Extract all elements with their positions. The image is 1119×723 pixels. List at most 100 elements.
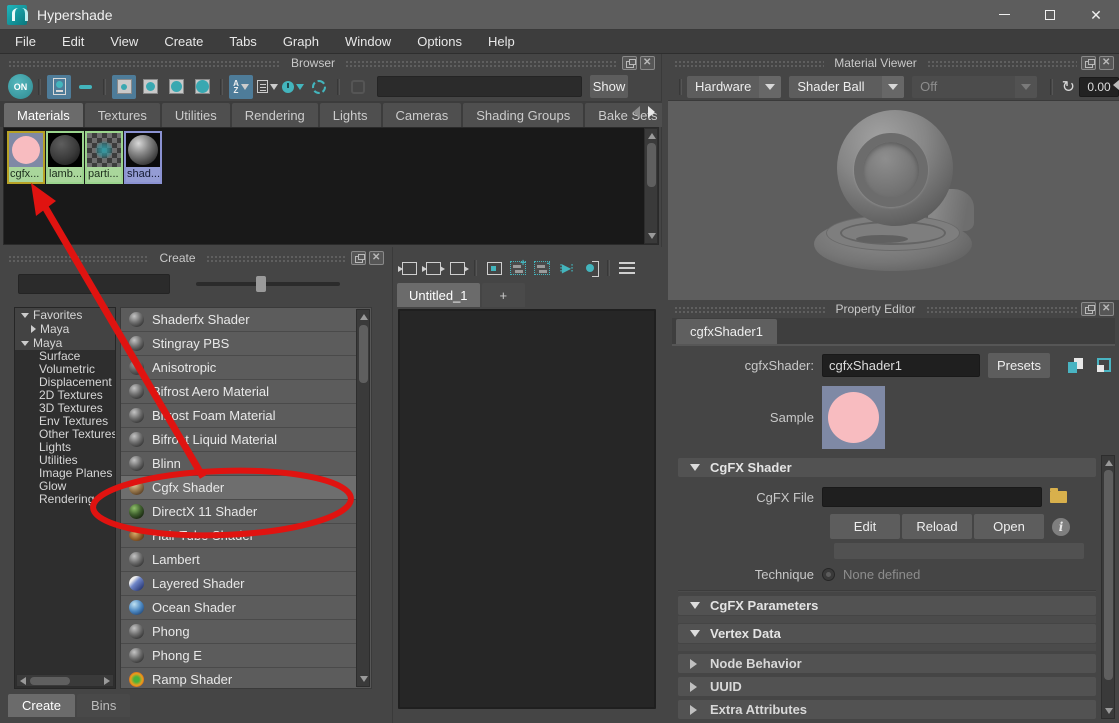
geometry-select[interactable]: Shader Ball xyxy=(789,76,904,98)
shader-list-item[interactable]: Bifrost Liquid Material xyxy=(121,428,357,452)
shader-list-item[interactable]: Stingray PBS xyxy=(121,332,357,356)
shader-list-item[interactable]: Hair Tube Shader xyxy=(121,524,357,548)
maximize-button[interactable] xyxy=(1027,0,1073,29)
browser-tab[interactable]: Lights xyxy=(320,103,381,127)
slider-handle[interactable] xyxy=(256,276,266,292)
sort-by-time-button[interactable] xyxy=(281,75,305,99)
workarea-tab[interactable]: Untitled_1 xyxy=(397,283,480,307)
material-swatch[interactable]: lamb... xyxy=(46,131,84,184)
add-selected-to-graph-button[interactable]: + xyxy=(507,258,529,278)
tree-expand-icon[interactable] xyxy=(21,341,29,346)
panel-grip[interactable] xyxy=(206,255,347,262)
panel-grip[interactable] xyxy=(345,60,618,67)
shader-list-item[interactable]: Phong E xyxy=(121,644,357,668)
section-node-behavior[interactable]: Node Behavior xyxy=(678,654,1096,673)
shader-list-item[interactable]: Lambert xyxy=(121,548,357,572)
tree-horizontal-scrollbar[interactable] xyxy=(16,674,114,687)
show-button[interactable]: Show xyxy=(590,75,628,98)
sort-by-name-button[interactable]: AZ xyxy=(229,75,253,99)
float-panel-icon[interactable] xyxy=(1081,56,1096,70)
create-search-input[interactable] xyxy=(18,274,170,294)
shader-list-item[interactable]: Shaderfx Shader xyxy=(121,308,357,332)
browser-tab[interactable]: Utilities xyxy=(162,103,230,127)
menu-item[interactable]: Options xyxy=(404,30,475,53)
add-workarea-tab-button[interactable]: + xyxy=(482,283,526,307)
tabs-scroll-right-icon[interactable] xyxy=(648,106,655,118)
shader-list-item[interactable]: Bifrost Aero Material xyxy=(121,380,357,404)
browser-tab[interactable]: Textures xyxy=(85,103,160,127)
tree-category-item[interactable]: Rendering xyxy=(15,493,115,506)
refresh-render-icon[interactable]: ↻ xyxy=(1062,77,1075,97)
material-swatch[interactable]: shad... xyxy=(124,131,162,184)
shader-list-item[interactable]: Phong xyxy=(121,620,357,644)
tree-root-item[interactable]: Maya xyxy=(15,322,115,336)
property-node-tab[interactable]: cgfxShader1 xyxy=(676,319,777,344)
tree-expand-icon[interactable] xyxy=(21,313,29,318)
toolbar-overflow-icon[interactable] xyxy=(1113,80,1119,90)
swatch-size-small-button[interactable] xyxy=(112,75,136,99)
shader-list-item[interactable]: Cgfx Shader xyxy=(121,476,357,500)
bottom-tab[interactable]: Bins xyxy=(77,694,130,717)
float-panel-icon[interactable] xyxy=(351,251,366,265)
shader-list-item[interactable]: Ocean Shader xyxy=(121,596,357,620)
property-editor-scrollbar[interactable] xyxy=(1101,455,1115,719)
shader-list-scrollbar[interactable] xyxy=(356,309,370,687)
float-panel-icon[interactable] xyxy=(1081,302,1096,316)
menu-item[interactable]: Graph xyxy=(270,30,332,53)
folder-browse-icon[interactable] xyxy=(1050,491,1067,503)
browser-tab[interactable]: Cameras xyxy=(383,103,462,127)
clear-graph-button[interactable] xyxy=(483,258,505,278)
material-swatch[interactable]: cgfx... xyxy=(7,131,45,184)
close-button[interactable]: ✕ xyxy=(1073,0,1119,29)
list-view-button[interactable] xyxy=(616,258,638,278)
menu-item[interactable]: Help xyxy=(475,30,528,53)
shader-list-item[interactable]: Anisotropic xyxy=(121,356,357,380)
shader-list-item[interactable]: DirectX 11 Shader xyxy=(121,500,357,524)
open-button[interactable]: Open xyxy=(974,514,1044,539)
name-only-view-button[interactable] xyxy=(73,75,97,99)
menu-item[interactable]: Window xyxy=(332,30,404,53)
menu-item[interactable]: Tabs xyxy=(216,30,269,53)
section-vertex-data[interactable]: Vertex Data xyxy=(678,624,1096,643)
tabs-scroll-left-icon[interactable] xyxy=(633,106,640,118)
close-panel-icon[interactable] xyxy=(1099,302,1114,316)
sample-swatch[interactable] xyxy=(822,386,885,449)
reload-button[interactable]: Reload xyxy=(902,514,972,539)
swatch-render-on-button[interactable]: ON xyxy=(8,74,33,99)
sort-by-type-button[interactable] xyxy=(255,75,279,99)
tree-root-item[interactable]: Maya xyxy=(15,336,115,350)
panel-grip[interactable] xyxy=(8,255,149,262)
swatch-size-slider[interactable] xyxy=(196,282,340,286)
section-uuid[interactable]: UUID xyxy=(678,677,1096,696)
edit-button[interactable]: Edit xyxy=(830,514,900,539)
shader-list-item[interactable]: Ramp Shader xyxy=(121,668,357,689)
close-panel-icon[interactable] xyxy=(1099,56,1114,70)
material-swatch[interactable]: parti... xyxy=(85,131,123,184)
material-swatch-area[interactable]: cgfx... lamb... parti... shad... xyxy=(3,127,659,245)
section-cgfx-parameters[interactable]: CgFX Parameters xyxy=(678,596,1096,615)
pin-node-button[interactable] xyxy=(579,258,601,278)
close-panel-icon[interactable] xyxy=(640,56,655,70)
tear-off-copy-icon[interactable] xyxy=(1097,358,1111,372)
panel-grip[interactable] xyxy=(926,306,1077,313)
graph-input-connections-button[interactable] xyxy=(398,258,420,278)
browser-search-input[interactable] xyxy=(377,76,582,97)
tree-root-item[interactable]: Favorites xyxy=(15,308,115,322)
shader-list-item[interactable]: Bifrost Foam Material xyxy=(121,404,357,428)
browser-tab[interactable]: Materials xyxy=(4,103,83,127)
float-panel-icon[interactable] xyxy=(622,56,637,70)
node-name-field[interactable] xyxy=(822,354,980,377)
rearrange-graph-button[interactable]: ⁝▶⁝ xyxy=(555,258,577,278)
shader-list-item[interactable]: Layered Shader xyxy=(121,572,357,596)
technique-radio[interactable] xyxy=(822,568,835,581)
menu-item[interactable]: File xyxy=(2,30,49,53)
material-viewport[interactable] xyxy=(668,100,1119,300)
swatch-with-label-view-button[interactable] xyxy=(47,75,71,99)
tree-expand-icon[interactable] xyxy=(31,325,36,333)
cgfx-file-field[interactable] xyxy=(822,487,1042,507)
panel-grip[interactable] xyxy=(927,60,1077,67)
section-extra-attributes[interactable]: Extra Attributes xyxy=(678,700,1096,719)
refresh-swatches-button[interactable] xyxy=(307,75,331,99)
remove-selected-from-graph-button[interactable]: - xyxy=(531,258,553,278)
panel-grip[interactable] xyxy=(674,306,825,313)
